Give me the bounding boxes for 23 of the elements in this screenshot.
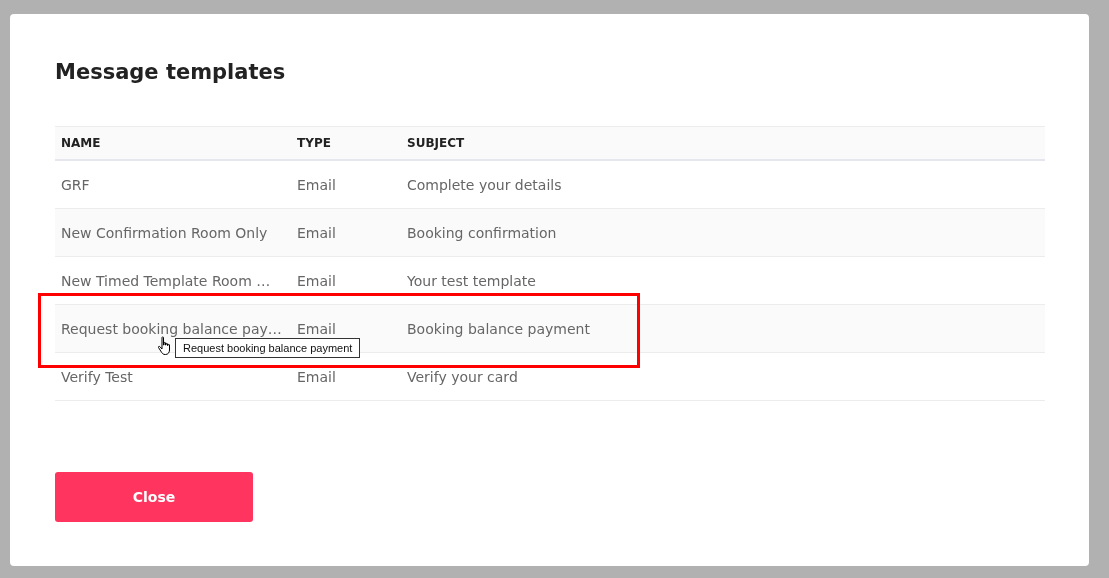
close-button[interactable]: Close (55, 472, 253, 522)
name-cell-text: New Confirmation Room Only (60, 224, 269, 241)
type-cell-text: Email (296, 272, 337, 289)
subject-cell-text: Booking balance payment (406, 320, 591, 337)
column-header: SUBJECT (406, 136, 466, 150)
hand-cursor-icon (157, 336, 173, 356)
type-cell-text: Email (296, 224, 337, 241)
type-cell-text: Email (296, 176, 337, 193)
type-cell-text: Email (296, 368, 337, 385)
column-header: TYPE (296, 136, 332, 150)
name-cell-text: GRF (60, 176, 91, 193)
column-header: NAME (60, 136, 102, 150)
type-cell-text: Email (296, 320, 337, 337)
name-cell-text: Request booking balance pay… (60, 320, 283, 337)
name-cell-text: New Timed Template Room … (60, 272, 272, 289)
name-cell-text: Verify Test (60, 368, 134, 385)
subject-cell-text: Verify your card (406, 368, 519, 385)
table-row[interactable]: New Confirmation Room Only Email Booking confirmation (55, 209, 1045, 257)
tooltip: Request booking balance payment (175, 338, 361, 358)
subject-cell-text: Complete your details (406, 176, 563, 193)
subject-cell-text: Booking confirmation (406, 224, 558, 241)
dialog-title: Message templates (55, 59, 287, 86)
subject-cell-text: Your test template (406, 272, 537, 289)
